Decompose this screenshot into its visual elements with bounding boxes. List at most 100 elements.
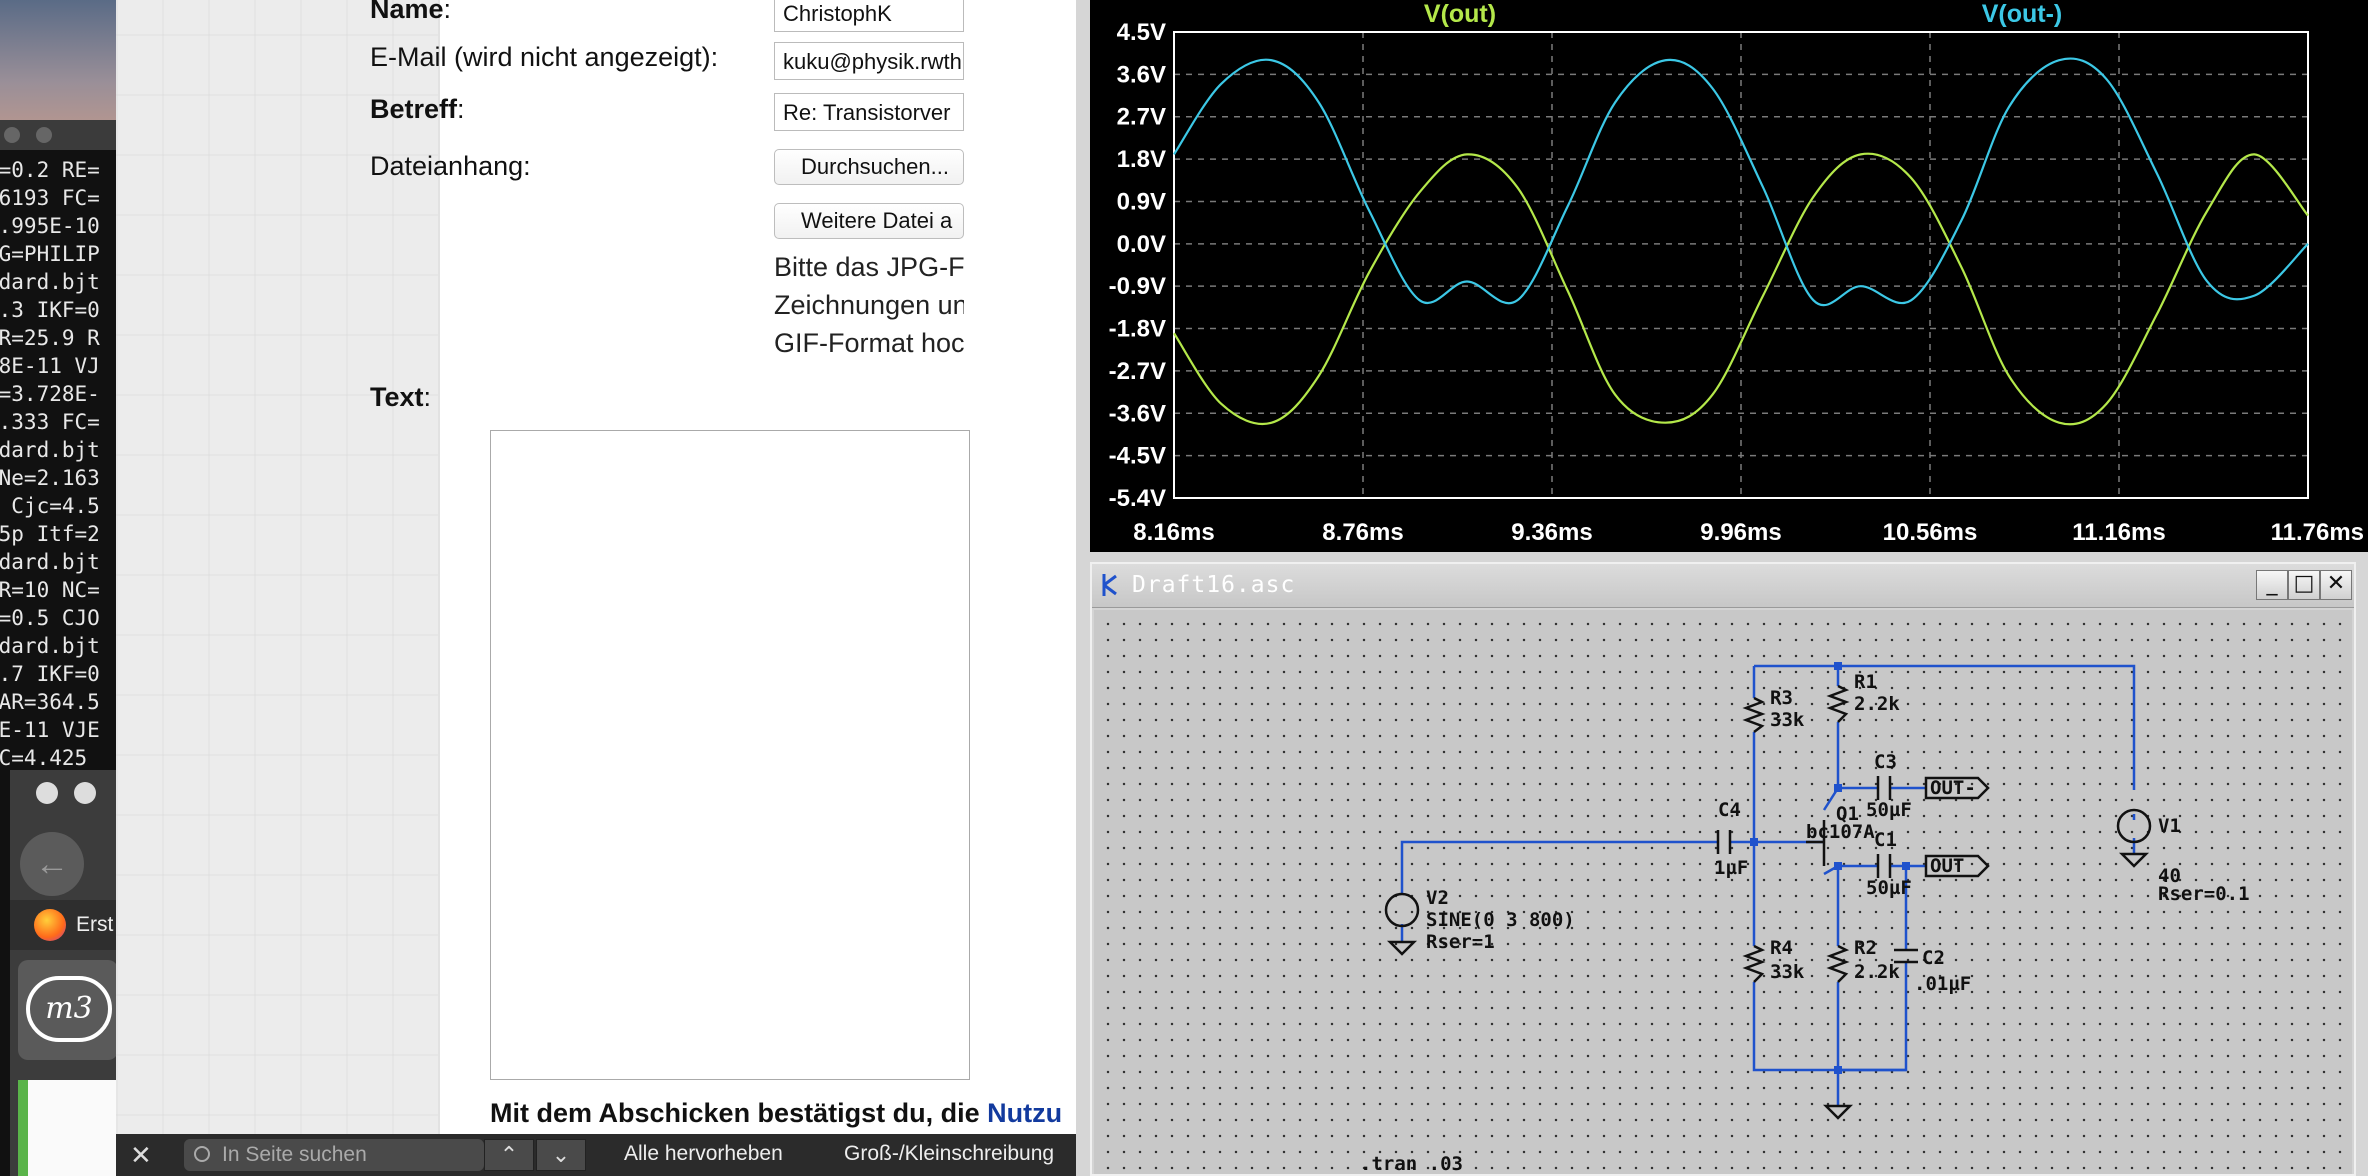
x-tick-label: 9.96ms — [1700, 519, 1781, 546]
resistor-r1 — [1826, 684, 1850, 723]
resistor-r4 — [1742, 944, 1766, 983]
terminal-line: ndard.bjt — [0, 270, 100, 294]
waveform-chart[interactable]: 4.5V 3.6V 2.7V 1.8V 0.9V 0.0V -0.9V -1.8V -2.7V -… — [1090, 0, 2368, 552]
y-tick-label: 0.9V — [1117, 188, 1166, 215]
match-case-option[interactable]: Groß-/Kleinschreibung — [844, 1142, 1054, 1166]
window-button[interactable] — [36, 782, 58, 804]
find-input[interactable]: In Seite suchen — [184, 1139, 484, 1171]
x-tick-label: 11.76ms — [2271, 519, 2364, 546]
maximize-button[interactable]: □ — [2288, 570, 2320, 600]
browse-button[interactable]: Durchsuchen... — [774, 149, 964, 185]
attachment-label: Dateianhang: — [370, 151, 531, 181]
attachment-hint-line: GIF-Format hoc — [774, 328, 964, 358]
window-button[interactable] — [36, 127, 52, 143]
minimize-button[interactable]: _ — [2256, 570, 2288, 600]
name-input[interactable]: ChristophK — [774, 0, 964, 32]
window-button[interactable] — [74, 782, 96, 804]
wire — [1754, 664, 2136, 790]
terminal-line: E=0.5 CJO — [0, 606, 100, 630]
window-title: Draft16.asc — [1132, 572, 1296, 598]
terminal-line: ndard.bjt — [0, 550, 100, 574]
close-button[interactable]: ✕ — [2320, 570, 2352, 600]
junction-dot — [1834, 784, 1842, 792]
label-r2-value: 2.2k — [1854, 961, 1900, 983]
subject-input[interactable]: Re: Transistorver — [774, 93, 964, 131]
x-tick-label: 9.36ms — [1511, 519, 1592, 546]
wire — [1752, 982, 1906, 1072]
wire — [1400, 840, 1718, 894]
y-tick-label: -2.7V — [1109, 358, 1166, 385]
capacitor-c1 — [1876, 854, 1892, 878]
email-input[interactable]: kuku@physik.rwth — [774, 42, 964, 80]
x-tick-label: 10.56ms — [1883, 519, 1978, 546]
label-v2-rser: Rser=1 — [1426, 931, 1495, 953]
y-tick-label: 3.6V — [1117, 61, 1166, 88]
window-button[interactable] — [4, 127, 20, 143]
y-tick-label: -5.4V — [1109, 485, 1166, 512]
terminal-line: FG=PHILIP — [0, 242, 100, 266]
highlight-all-option[interactable]: Alle hervorheben — [624, 1142, 783, 1166]
x-tick-label: 11.16ms — [2072, 519, 2165, 546]
label-c1-value: 50µF — [1866, 877, 1912, 899]
y-tick-label: 4.5V — [1117, 19, 1166, 46]
text-label: Text: — [370, 382, 432, 412]
schematic-window: Draft16.asc _ □ ✕ R3 33k R1 2.2k C3 50µF… — [1090, 562, 2356, 1176]
y-tick-label: 2.7V — [1117, 104, 1166, 131]
junction-dot — [1750, 838, 1758, 846]
back-button[interactable]: ← — [20, 832, 84, 896]
label-r4-value: 33k — [1770, 961, 1805, 983]
y-tick-label: -3.6V — [1109, 400, 1166, 427]
bookmark-label: Erst — [76, 913, 114, 936]
label-r4: R4 — [1770, 937, 1793, 959]
label-c4: C4 — [1718, 799, 1741, 821]
ground-symbol — [2118, 852, 2150, 868]
traffic-lights — [36, 782, 112, 809]
label-c3-value: 50µF — [1866, 799, 1912, 821]
junction-dot — [1902, 862, 1910, 870]
label-v2-value: SINE(0 3 800) — [1426, 909, 1575, 931]
resistor-r3 — [1742, 696, 1766, 733]
find-bar: ✕ In Seite suchen ⌃ ⌄ Alle hervorheben G… — [116, 1134, 1076, 1176]
y-tick-label: 1.8V — [1117, 146, 1166, 173]
dock-document-tile[interactable] — [18, 1080, 118, 1176]
label-r1-value: 2.2k — [1854, 693, 1900, 715]
label-r3: R3 — [1770, 687, 1793, 709]
terminal-line: .6193 FC= — [0, 186, 100, 210]
close-find-bar-icon[interactable]: ✕ — [130, 1140, 152, 1171]
voltage-source-v2 — [1384, 892, 1420, 928]
net-label-out-neg: OUT- — [1930, 777, 1976, 799]
x-tick-label: 8.76ms — [1322, 519, 1403, 546]
waveform-plot-pane[interactable]: 4.5V 3.6V 2.7V 1.8V 0.9V 0.0V -0.9V -1.8V -2.7V -… — [1090, 0, 2368, 552]
label-c4-value: 1µF — [1714, 857, 1748, 879]
terminal-line: 1 Cjc=4.5 — [11, 494, 100, 518]
schematic-drawing[interactable]: R3 33k R1 2.2k C3 50µF Q1 bc107A C1 50µF… — [1094, 610, 2352, 1174]
schematic-canvas[interactable]: R3 33k R1 2.2k C3 50µF Q1 bc107A C1 50µF… — [1094, 610, 2352, 1174]
schematic-titlebar[interactable]: Draft16.asc _ □ ✕ — [1092, 564, 2354, 608]
dock-app-tile[interactable]: m3 — [18, 960, 118, 1060]
message-textarea[interactable] — [490, 430, 970, 1080]
terminal-line: 0.333 FC= — [0, 410, 100, 434]
find-next-button[interactable]: ⌄ — [536, 1139, 586, 1171]
legend-v-out: V(out) — [1424, 0, 1496, 28]
y-tick-label: -4.5V — [1109, 443, 1166, 470]
label-v1: V1 — [2158, 815, 2181, 837]
find-previous-button[interactable]: ⌃ — [484, 1139, 534, 1171]
label-c1: C1 — [1874, 829, 1897, 851]
terminal-line: 4.3 IKF=0 — [0, 298, 100, 322]
firefox-window-fragment: ← Erst m3 — [10, 770, 118, 1176]
resistor-r2 — [1826, 944, 1850, 983]
ground-symbol — [1822, 1104, 1854, 1120]
add-file-button[interactable]: Weitere Datei a — [774, 203, 964, 239]
label-r3-value: 33k — [1770, 709, 1805, 731]
terminal-line: AR=25.9 R — [0, 326, 100, 350]
wire — [1823, 864, 1878, 876]
submit-notice-text: Mit dem Abschicken bestätigst du, die — [490, 1098, 988, 1128]
label-v1-rser: Rser=0.1 — [2158, 883, 2250, 905]
terminal-titlebar[interactable] — [0, 120, 116, 150]
app-logo-icon: m3 — [26, 976, 112, 1042]
attachment-hint-line: Zeichnungen un — [774, 290, 964, 320]
y-tick-label: -1.8V — [1109, 316, 1166, 343]
label-r2: R2 — [1854, 937, 1877, 959]
terms-link[interactable]: Nutzu — [987, 1098, 1062, 1128]
legend-v-out-neg: V(out-) — [1982, 0, 2063, 28]
